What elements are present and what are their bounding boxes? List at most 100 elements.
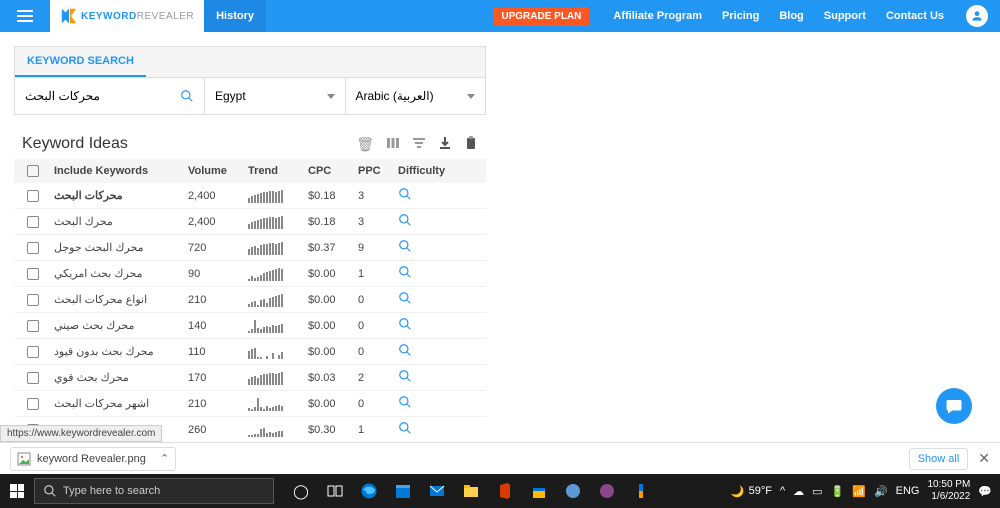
clipboard-icon[interactable] xyxy=(464,136,478,153)
nav-pricing[interactable]: Pricing xyxy=(712,10,769,22)
table-row: محركات البحث 2,400 $0.18 3 xyxy=(14,183,486,209)
nav-blog[interactable]: Blog xyxy=(769,10,813,22)
panel-title: Keyword Ideas xyxy=(22,135,356,153)
cell-keyword: محركات البحث xyxy=(48,189,188,202)
tray-battery-icon[interactable]: 🔋 xyxy=(831,485,845,498)
tray-wifi-icon[interactable]: 📶 xyxy=(852,485,866,498)
chevron-up-icon[interactable]: ⌃ xyxy=(160,452,169,465)
tab-keyword-search[interactable]: KEYWORD SEARCH xyxy=(15,47,146,77)
keyword-input[interactable] xyxy=(25,89,180,103)
cell-difficulty[interactable] xyxy=(398,291,448,308)
cell-difficulty[interactable] xyxy=(398,213,448,230)
cell-difficulty[interactable] xyxy=(398,395,448,412)
col-keywords[interactable]: Include Keywords xyxy=(48,165,188,177)
col-ppc[interactable]: PPC xyxy=(358,165,398,177)
cell-difficulty[interactable] xyxy=(398,265,448,282)
select-all-checkbox[interactable] xyxy=(27,165,39,177)
row-checkbox[interactable] xyxy=(27,294,39,306)
calendar-icon[interactable] xyxy=(390,478,416,504)
search-icon xyxy=(43,484,57,498)
columns-icon[interactable] xyxy=(386,136,400,153)
tray-lang-icon[interactable]: ENG xyxy=(896,485,920,497)
language-value: Arabic (العربية) xyxy=(356,89,434,103)
tray-chevron-icon[interactable]: ^ xyxy=(780,485,785,497)
evaluate-icon xyxy=(398,291,412,305)
col-volume[interactable]: Volume xyxy=(188,165,248,177)
tray-meet-icon[interactable]: ▭ xyxy=(812,485,822,498)
office-icon[interactable] xyxy=(492,478,518,504)
download-chip[interactable]: keyword Revealer.png ⌃ xyxy=(10,447,176,471)
hamburger-icon xyxy=(17,15,33,17)
explorer-icon[interactable] xyxy=(458,478,484,504)
cell-ppc: 1 xyxy=(358,424,398,436)
show-all-button[interactable]: Show all xyxy=(909,448,969,470)
app-icon-3[interactable] xyxy=(628,478,654,504)
nav-support[interactable]: Support xyxy=(814,10,876,22)
row-checkbox[interactable] xyxy=(27,372,39,384)
nav-affiliate[interactable]: Affiliate Program xyxy=(603,10,712,22)
row-checkbox[interactable] xyxy=(27,398,39,410)
cortana-icon[interactable]: ◯ xyxy=(288,478,314,504)
cell-ppc: 0 xyxy=(358,346,398,358)
cell-difficulty[interactable] xyxy=(398,187,448,204)
link-preview: https://www.keywordrevealer.com xyxy=(0,425,162,442)
start-button[interactable] xyxy=(0,474,34,508)
row-checkbox[interactable] xyxy=(27,268,39,280)
keywords-table: Include Keywords Volume Trend CPC PPC Di… xyxy=(14,159,486,443)
upgrade-button[interactable]: UPGRADE PLAN xyxy=(493,7,589,26)
cell-keyword: محرك بحث امريكي xyxy=(48,267,188,280)
notifications-icon[interactable]: 💬 xyxy=(978,485,992,498)
tray-onedrive-icon[interactable]: ☁ xyxy=(793,485,804,498)
edge-icon[interactable] xyxy=(356,478,382,504)
cell-difficulty[interactable] xyxy=(398,369,448,386)
table-row: محرك البحث 2,400 $0.18 3 xyxy=(14,209,486,235)
mail-icon[interactable] xyxy=(424,478,450,504)
image-file-icon xyxy=(17,452,31,466)
task-view-icon[interactable] xyxy=(322,478,348,504)
logo[interactable]: KEYWORDREVEALER xyxy=(50,0,204,32)
nav-history[interactable]: History xyxy=(204,0,266,32)
keyword-ideas-panel: Keyword Ideas 🗑 Include Keywords Volume … xyxy=(14,129,486,443)
clock[interactable]: 10:50 PM 1/6/2022 xyxy=(927,479,970,503)
col-difficulty[interactable]: Difficulty xyxy=(398,165,448,177)
row-checkbox[interactable] xyxy=(27,216,39,228)
table-row: محرك بحث قوي 170 $0.03 2 xyxy=(14,365,486,391)
cell-volume: 210 xyxy=(188,294,248,306)
cell-keyword: محرك بحث صيني xyxy=(48,319,188,332)
store-icon[interactable] xyxy=(526,478,552,504)
evaluate-icon xyxy=(398,369,412,383)
close-icon[interactable]: ✕ xyxy=(978,450,990,467)
cell-difficulty[interactable] xyxy=(398,421,448,438)
weather-widget[interactable]: 🌙59°F xyxy=(731,485,772,498)
cell-trend xyxy=(248,215,308,229)
cell-trend xyxy=(248,345,308,359)
row-checkbox[interactable] xyxy=(27,320,39,332)
taskbar-search[interactable]: Type here to search xyxy=(34,478,274,504)
nav-contact[interactable]: Contact Us xyxy=(876,10,954,22)
cell-keyword: اشهر محركات البحث xyxy=(48,397,188,410)
table-row: محرك البحث جوجل 720 $0.37 9 xyxy=(14,235,486,261)
tray-volume-icon[interactable]: 🔊 xyxy=(874,485,888,498)
chat-fab[interactable] xyxy=(936,388,972,424)
menu-button[interactable] xyxy=(0,0,50,32)
cell-volume: 2,400 xyxy=(188,216,248,228)
country-select[interactable]: Egypt xyxy=(205,78,346,114)
user-avatar[interactable] xyxy=(966,5,988,27)
download-icon[interactable] xyxy=(438,136,452,153)
filter-icon[interactable] xyxy=(412,136,426,153)
delete-icon[interactable]: 🗑 xyxy=(356,136,374,153)
language-select[interactable]: Arabic (العربية) xyxy=(346,78,486,114)
row-checkbox[interactable] xyxy=(27,346,39,358)
cell-difficulty[interactable] xyxy=(398,239,448,256)
table-row: محرك بحث امريكي 90 $0.00 1 xyxy=(14,261,486,287)
col-trend[interactable]: Trend xyxy=(248,165,308,177)
app-icon-2[interactable] xyxy=(594,478,620,504)
app-icon-1[interactable] xyxy=(560,478,586,504)
col-cpc[interactable]: CPC xyxy=(308,165,358,177)
cell-difficulty[interactable] xyxy=(398,343,448,360)
search-icon[interactable] xyxy=(180,89,194,103)
row-checkbox[interactable] xyxy=(27,190,39,202)
taskbar-search-placeholder: Type here to search xyxy=(63,485,160,497)
cell-difficulty[interactable] xyxy=(398,317,448,334)
row-checkbox[interactable] xyxy=(27,242,39,254)
